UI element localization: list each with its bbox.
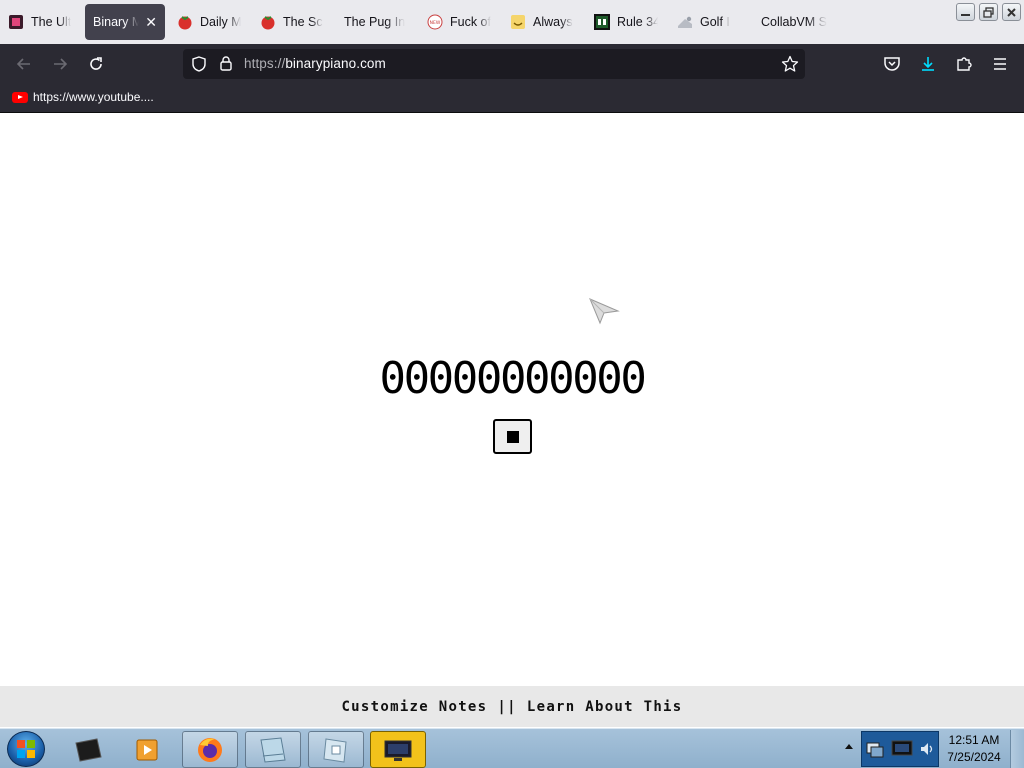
bookmarks-toolbar: https://www.youtube.... <box>0 84 1024 113</box>
tab-2-active[interactable]: Binary M ✕ <box>85 4 165 40</box>
tab-4[interactable]: The Sc <box>260 4 326 40</box>
tab-10[interactable]: CollabVM S <box>761 4 827 40</box>
reload-button[interactable] <box>84 52 108 76</box>
navigation-toolbar: https://binarypiano.com <box>0 44 1024 84</box>
network-icon[interactable] <box>865 739 885 759</box>
tab-6[interactable]: NEW Fuck of <box>427 4 493 40</box>
taskbar-app-window-2[interactable] <box>308 731 364 768</box>
clock-time: 12:51 AM <box>948 733 1000 747</box>
svg-text:NEW: NEW <box>430 20 441 26</box>
windows-logo-icon <box>17 740 35 758</box>
footer-separator: || <box>497 698 517 715</box>
learn-about-this-link[interactable]: Learn About This <box>527 699 683 715</box>
taskbar-app-window-1[interactable] <box>245 731 301 768</box>
extensions-button[interactable] <box>952 52 976 76</box>
show-hidden-icons-button[interactable] <box>845 744 853 749</box>
tab-title: Rule 34 <box>617 15 658 29</box>
tomato-favicon-icon <box>260 14 276 30</box>
stop-button[interactable] <box>493 419 532 454</box>
bookmark-youtube[interactable]: https://www.youtube.... <box>12 90 154 104</box>
tab-8[interactable]: Rule 34 <box>594 4 658 40</box>
clock-date: 7/25/2024 <box>947 750 1001 764</box>
minimize-button[interactable] <box>956 3 975 21</box>
media-player-icon <box>136 739 158 760</box>
window-preview-icon <box>323 737 347 763</box>
monitor-tray-icon[interactable] <box>890 738 914 760</box>
download-icon <box>922 57 934 71</box>
tomato-favicon-icon <box>177 14 193 30</box>
downloads-button[interactable] <box>916 52 940 76</box>
tab-title: Always <box>533 15 573 29</box>
mouse-cursor-icon <box>588 297 620 330</box>
tab-7[interactable]: Always <box>510 4 574 40</box>
tab-title: CollabVM S <box>761 15 827 29</box>
pocket-button[interactable] <box>880 52 904 76</box>
taskbar-app-active-window[interactable] <box>370 731 426 768</box>
hamburger-menu-icon <box>994 58 1006 70</box>
tab-title: Binary M <box>93 15 140 29</box>
emoji-favicon-icon <box>510 14 526 30</box>
bookmark-star-icon[interactable] <box>781 55 799 78</box>
tab-title: The Pug In <box>344 15 406 29</box>
firefox-icon <box>198 737 222 762</box>
page-footer: Customize Notes || Learn About This <box>0 686 1024 727</box>
system-tray <box>861 731 939 767</box>
tab-9[interactable]: Golf I <box>677 4 741 40</box>
forward-button[interactable] <box>48 52 72 76</box>
restore-button[interactable] <box>979 3 998 21</box>
tab-strip: The Ult Binary M ✕ Daily M The Sc The Pu… <box>0 0 1024 44</box>
window-preview-icon <box>260 736 286 763</box>
lock-icon[interactable] <box>219 55 233 76</box>
back-arrow-icon <box>16 58 30 70</box>
tracking-shield-icon[interactable] <box>191 56 207 77</box>
url-host: binarypiano.com <box>285 56 386 71</box>
url-text[interactable]: https://binarypiano.com <box>244 56 386 71</box>
show-desktop-button[interactable] <box>1010 730 1024 768</box>
volume-icon[interactable] <box>919 741 935 757</box>
url-bar[interactable]: https://binarypiano.com <box>183 49 805 79</box>
start-button[interactable] <box>7 731 45 767</box>
tab-title: Daily M <box>200 15 241 29</box>
monitor-window-icon <box>384 740 412 761</box>
forward-arrow-icon <box>54 58 68 70</box>
close-icon <box>1007 7 1016 17</box>
tab-3[interactable]: Daily M <box>177 4 241 40</box>
close-window-button[interactable] <box>1002 3 1021 21</box>
tab-title: Fuck of <box>450 15 491 29</box>
tab-title: The Sc <box>283 15 323 29</box>
tab-close-icon[interactable]: ✕ <box>145 14 157 31</box>
bookmark-label: https://www.youtube.... <box>33 90 154 104</box>
tab-1[interactable]: The Ult <box>8 4 74 40</box>
dark-window-icon <box>75 737 102 762</box>
tab-5[interactable]: The Pug In <box>344 4 408 40</box>
taskbar-app-media-player[interactable] <box>120 731 176 768</box>
pocket-icon <box>884 57 900 71</box>
taskbar-app-firefox[interactable] <box>182 731 238 768</box>
binary-counter-display: 00000000000 <box>379 353 647 404</box>
taskbar-clock[interactable]: 12:51 AM 7/25/2024 <box>940 732 1008 766</box>
rule34-favicon-icon <box>594 14 610 30</box>
restore-icon <box>983 6 994 18</box>
back-button[interactable] <box>12 52 36 76</box>
page-content: 00000000000 Customize Notes || Learn Abo… <box>0 113 1024 727</box>
golf-favicon-icon <box>677 14 693 30</box>
youtube-icon <box>12 91 28 103</box>
windows-taskbar: 12:51 AM 7/25/2024 <box>0 728 1024 768</box>
dark-square-favicon-icon <box>8 14 24 30</box>
menu-button[interactable] <box>988 52 1012 76</box>
tab-title: Golf I <box>700 15 730 29</box>
reload-icon <box>90 57 102 70</box>
tab-title: The Ult <box>31 15 72 29</box>
news-favicon-icon: NEW <box>427 14 443 30</box>
taskbar-app-terminal[interactable] <box>60 731 116 768</box>
minimize-icon <box>961 13 970 16</box>
url-scheme: https:// <box>244 56 286 71</box>
stop-icon <box>506 430 519 443</box>
customize-notes-link[interactable]: Customize Notes <box>341 699 487 715</box>
puzzle-icon <box>957 57 972 71</box>
